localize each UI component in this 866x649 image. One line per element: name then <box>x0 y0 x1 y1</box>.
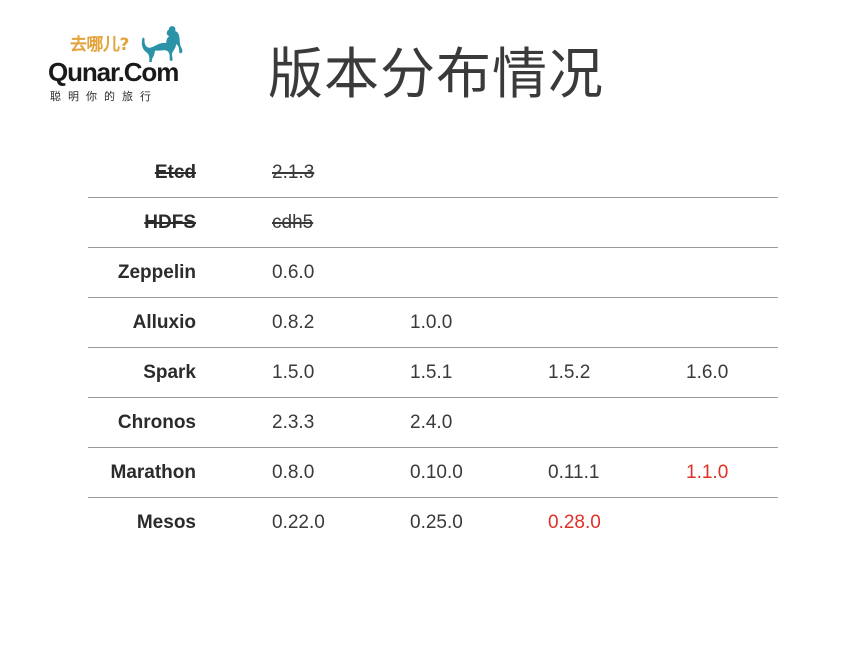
page-title: 版本分布情况 <box>268 42 605 106</box>
table-row: Etcd 2.1.3 <box>88 148 778 198</box>
logo-wordmark: Qunar.Com <box>48 57 179 87</box>
version-cell: 0.22.0 <box>272 512 325 533</box>
version-cell: 1.0.0 <box>410 312 453 333</box>
row-label: Spark <box>143 362 196 383</box>
version-cell: 0.28.0 <box>548 512 601 533</box>
table-row: Alluxio 0.8.2 1.0.0 <box>88 298 778 348</box>
version-cell: 0.8.0 <box>272 462 315 483</box>
qunar-logo: 去哪儿? Qunar.Com 聪明你的旅行 <box>48 26 198 110</box>
table-row: Chronos 2.3.3 2.4.0 <box>88 398 778 448</box>
table-row: Spark 1.5.0 1.5.1 1.5.2 1.6.0 <box>88 348 778 398</box>
version-cell: 1.1.0 <box>686 462 729 483</box>
table-row: HDFS cdh5 <box>88 198 778 248</box>
row-label: Etcd <box>154 162 196 183</box>
version-cell: 0.6.0 <box>272 262 315 283</box>
version-cell: 1.6.0 <box>686 362 729 383</box>
version-cell: 2.1.3 <box>272 162 315 183</box>
row-label: Alluxio <box>132 312 196 333</box>
table-row: Mesos 0.22.0 0.25.0 0.28.0 <box>88 498 778 548</box>
row-label: Marathon <box>110 462 197 483</box>
logo-slogan-text: 去哪儿? <box>70 35 129 55</box>
version-cell: cdh5 <box>272 212 314 233</box>
row-label: HDFS <box>144 212 196 233</box>
version-cell: 2.3.3 <box>272 412 315 433</box>
logo-top-row: 去哪儿? <box>48 26 198 66</box>
version-cell: 1.5.1 <box>410 362 453 383</box>
version-distribution-table: Etcd 2.1.3 HDFS cdh5 Zeppelin 0.6.0 Alluxio 0.8… <box>88 148 778 548</box>
table-row: Zeppelin 0.6.0 <box>88 248 778 298</box>
version-cell: 0.8.2 <box>272 312 315 333</box>
version-cell: 0.10.0 <box>410 462 463 483</box>
version-cell: 0.25.0 <box>410 512 463 533</box>
row-label: Chronos <box>117 412 196 433</box>
table-row: Marathon 0.8.0 0.10.0 0.11.1 1.1.0 <box>88 448 778 498</box>
version-cell: 2.4.0 <box>410 412 453 433</box>
version-cell: 1.5.2 <box>548 362 591 383</box>
row-label: Mesos <box>136 512 196 533</box>
row-label: Zeppelin <box>117 262 196 283</box>
slide-header: 去哪儿? Qunar.Com 聪明你的旅行 版本分布情况 <box>0 0 866 140</box>
logo-tagline: 聪明你的旅行 <box>50 90 158 103</box>
version-cell: 1.5.0 <box>272 362 315 383</box>
version-cell: 0.11.1 <box>548 462 600 483</box>
